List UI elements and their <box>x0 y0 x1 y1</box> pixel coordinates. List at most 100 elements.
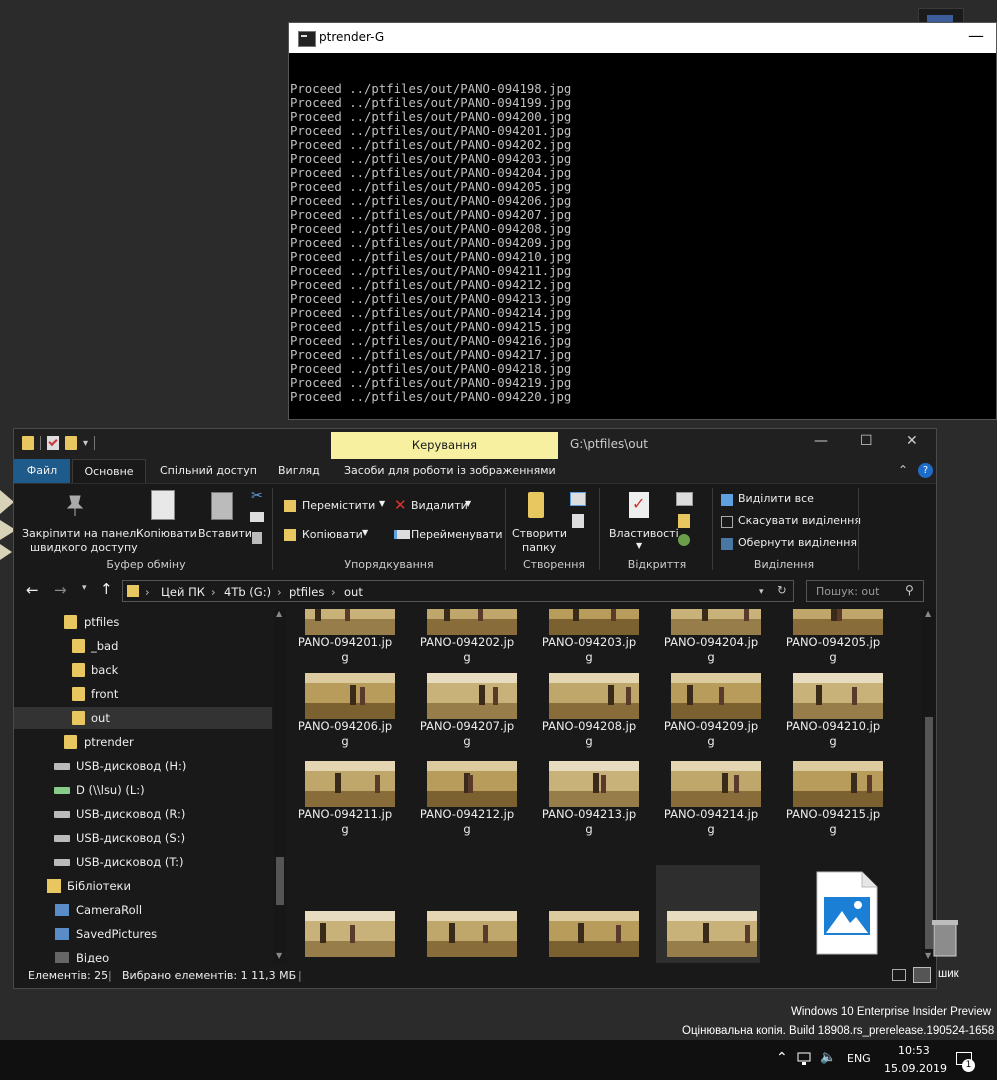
clock-time[interactable]: 10:53 <box>898 1044 930 1057</box>
file-item[interactable]: PANO-094218.jpg <box>538 865 640 963</box>
nav-item-camera-roll[interactable]: CameraRoll <box>14 899 274 921</box>
minimize-button[interactable]: — <box>814 433 828 449</box>
move-to-dropdown-icon[interactable]: ▼ <box>379 499 385 508</box>
open-icon[interactable] <box>676 492 693 506</box>
nav-item-ptrender[interactable]: ptrender <box>14 731 274 753</box>
content-scroll-thumb[interactable] <box>925 717 933 949</box>
clock-date[interactable]: 15.09.2019 <box>884 1062 947 1075</box>
nav-item-back[interactable]: back <box>14 659 274 681</box>
paste-shortcut-icon[interactable] <box>252 532 262 544</box>
nav-item-usb-s[interactable]: USB-дисковод (S:) <box>14 827 274 849</box>
explorer-titlebar[interactable]: ▾ Керування G:\ptfiles\out — ☐ ✕ <box>14 429 936 459</box>
file-item[interactable]: PANO-094215.jp g <box>782 757 884 879</box>
file-item[interactable]: PANO-094213.jp g <box>538 757 640 879</box>
edit-icon[interactable] <box>678 514 690 528</box>
qat-dropdown-icon[interactable]: ▾ <box>83 438 88 449</box>
delete-button[interactable]: Видалити <box>411 499 468 512</box>
forward-icon[interactable]: → <box>54 581 67 599</box>
properties-icon[interactable] <box>47 436 59 450</box>
properties-button[interactable]: Властивості <box>609 527 679 540</box>
breadcrumb-sep-icon[interactable]: › <box>145 585 150 599</box>
recycle-bin-icon[interactable] <box>930 918 960 960</box>
new-folder-button-2[interactable]: папку <box>522 541 556 554</box>
nav-item-out[interactable]: out <box>14 707 272 729</box>
refresh-icon[interactable]: ↻ <box>777 583 787 597</box>
file-item[interactable]: PANO-094220.jpg <box>782 865 884 963</box>
up-icon[interactable]: ↑ <box>100 580 113 598</box>
file-item[interactable]: PANO-094212.jp g <box>416 757 518 879</box>
console-titlebar[interactable]: ptrender-G — <box>289 23 996 53</box>
scroll-up-icon[interactable]: ▲ <box>276 609 282 618</box>
paste-button[interactable]: Вставити <box>198 527 252 540</box>
large-icons-view-icon[interactable] <box>913 967 931 983</box>
breadcrumb-sep-icon[interactable]: › <box>211 585 216 599</box>
maximize-button[interactable]: ☐ <box>860 433 873 449</box>
delete-dropdown-icon[interactable]: ▼ <box>465 499 471 508</box>
file-item[interactable]: PANO-094217.jpg <box>416 865 518 963</box>
volume-icon[interactable]: 🔈 <box>820 1050 836 1065</box>
new-folder-button-1[interactable]: Створити <box>512 527 567 540</box>
file-item[interactable]: PANO-094214.jp g <box>660 757 762 879</box>
file-item[interactable]: PANO-094219.jpg <box>656 865 760 963</box>
easy-access-icon[interactable] <box>572 514 584 528</box>
nav-item-saved-pictures[interactable]: SavedPictures <box>14 923 274 945</box>
select-none-button[interactable]: Скасувати виділення <box>738 514 861 527</box>
breadcrumb-drive[interactable]: 4Tb (G:) <box>224 585 271 599</box>
invert-selection-button[interactable]: Обернути виділення <box>738 536 857 549</box>
breadcrumb-sep-icon[interactable]: › <box>277 585 282 599</box>
tab-view[interactable]: Вигляд <box>278 459 320 483</box>
select-all-button[interactable]: Виділити все <box>738 492 814 505</box>
breadcrumb-sep-icon[interactable]: › <box>331 585 336 599</box>
pin-quick-access-label-2[interactable]: швидкого доступу <box>30 541 138 554</box>
language-indicator[interactable]: ENG <box>847 1052 871 1065</box>
pin-quick-access-label-1[interactable]: Закріпити на панелі <box>22 527 139 540</box>
nav-item-ptfiles[interactable]: ptfiles <box>14 611 274 633</box>
help-icon[interactable]: ? <box>918 463 933 478</box>
nav-item-usb-r[interactable]: USB-дисковод (R:) <box>14 803 274 825</box>
new-folder-icon[interactable] <box>65 436 77 450</box>
file-view[interactable]: PANO-094201.jp g PANO-094202.jp g PANO-09420… <box>294 609 922 963</box>
copy-path-icon[interactable] <box>250 512 264 522</box>
recent-locations-icon[interactable]: ▾ <box>82 583 87 593</box>
move-to-button[interactable]: Перемістити <box>302 499 375 512</box>
nav-item-usb-t[interactable]: USB-дисковод (T:) <box>14 851 274 873</box>
context-tab-manage[interactable]: Керування <box>331 432 558 459</box>
nav-item-front[interactable]: front <box>14 683 274 705</box>
console-minimize-button[interactable]: — <box>968 26 984 45</box>
nav-scroll-thumb[interactable] <box>276 857 284 905</box>
close-button[interactable]: ✕ <box>906 433 918 449</box>
nav-scrollbar[interactable]: ▲ ▼ <box>274 609 286 963</box>
scroll-down-icon[interactable]: ▼ <box>276 951 282 960</box>
tab-home[interactable]: Основне <box>72 459 146 483</box>
tab-share[interactable]: Спільний доступ <box>160 459 257 483</box>
tab-picture-tools[interactable]: Засоби для роботи із зображеннями <box>344 459 556 483</box>
nav-item-libraries[interactable]: Бібліотеки <box>14 875 274 897</box>
explorer-window[interactable]: ▾ Керування G:\ptfiles\out — ☐ ✕ Файл Ос… <box>13 428 937 989</box>
show-hidden-icons-icon[interactable]: ⌃ <box>776 1050 788 1066</box>
breadcrumb-out[interactable]: out <box>344 585 363 599</box>
network-icon[interactable] <box>797 1051 813 1067</box>
back-icon[interactable]: ← <box>26 581 39 599</box>
new-item-icon[interactable] <box>570 492 586 506</box>
nav-item-video[interactable]: Відео <box>14 947 274 963</box>
properties-dropdown-icon[interactable]: ▼ <box>636 541 642 550</box>
details-view-icon[interactable] <box>892 969 906 981</box>
scroll-up-icon[interactable]: ▲ <box>925 609 931 618</box>
address-dropdown-icon[interactable]: ▾ <box>759 587 764 597</box>
search-icon[interactable]: ⚲ <box>905 583 914 597</box>
breadcrumb-this-pc[interactable]: Цей ПК <box>161 585 205 599</box>
nav-item-network-l[interactable]: D (\\lsu) (L:) <box>14 779 274 801</box>
file-item[interactable]: PANO-094216.jpg <box>294 865 396 963</box>
search-input[interactable]: Пошук: out ⚲ <box>806 580 924 602</box>
tab-file[interactable]: Файл <box>14 459 70 483</box>
copy-to-dropdown-icon[interactable]: ▼ <box>362 528 368 537</box>
history-icon[interactable] <box>678 534 690 546</box>
breadcrumb-ptfiles[interactable]: ptfiles <box>289 585 324 599</box>
recycle-bin-label[interactable]: шик <box>938 968 959 980</box>
file-item[interactable]: PANO-094211.jp g <box>294 757 396 879</box>
address-input[interactable]: › Цей ПК › 4Tb (G:) › ptfiles › out ▾ ↻ <box>122 580 794 602</box>
console-window[interactable]: ptrender-G — Proceed ../ptfiles/out/PANO… <box>288 22 997 445</box>
copy-to-button[interactable]: Копіювати <box>302 528 363 541</box>
nav-item-bad[interactable]: _bad <box>14 635 274 657</box>
navigation-pane[interactable]: ptfiles _bad back front out ptrender USB… <box>14 609 286 963</box>
